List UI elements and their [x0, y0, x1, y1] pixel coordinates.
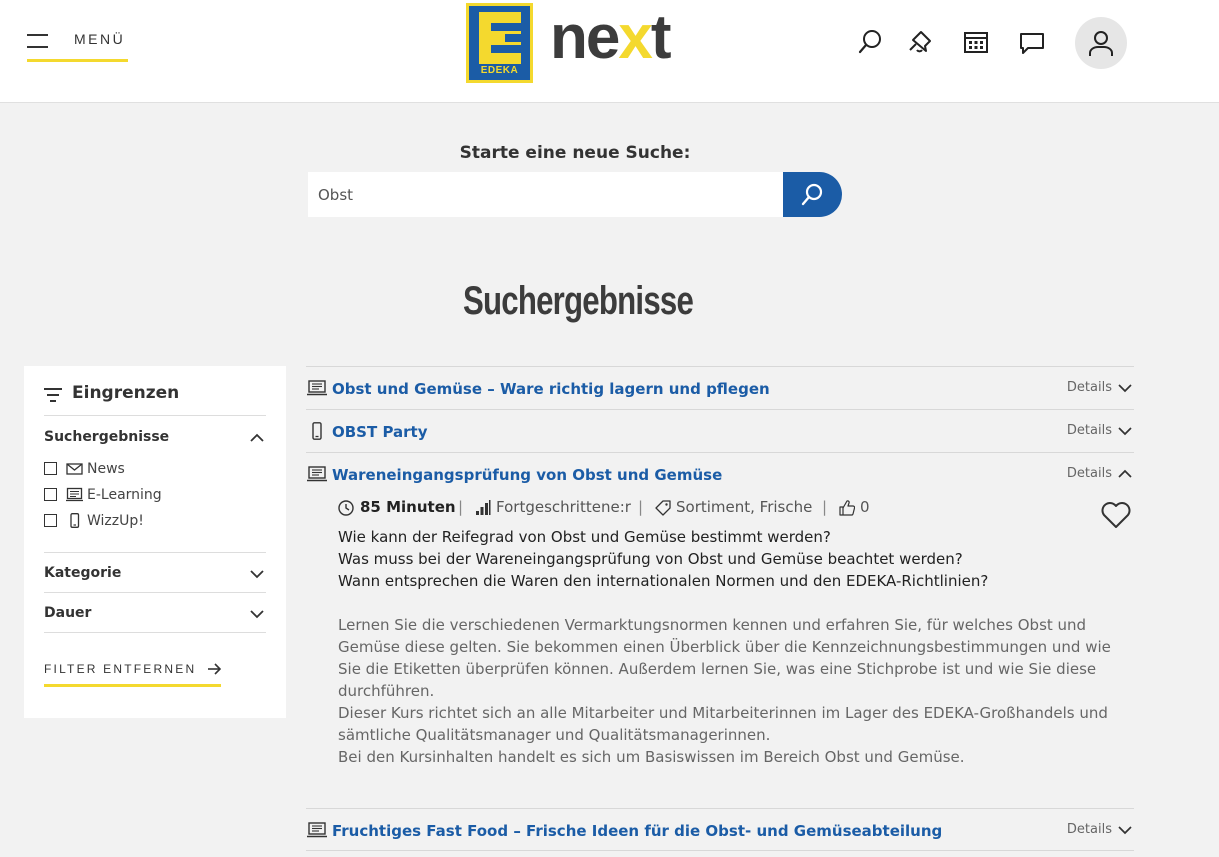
edeka-wordmark: EDEKA — [480, 65, 519, 76]
result-row: OBST Party Details — [306, 409, 1134, 452]
search-icon[interactable] — [856, 28, 884, 56]
elearning-icon — [307, 380, 327, 396]
details-toggle[interactable]: Details — [1054, 422, 1134, 442]
elearning-label: E-Learning — [87, 487, 162, 503]
filter-icon — [44, 388, 62, 402]
heart-icon[interactable] — [1100, 500, 1132, 530]
filter-remove-button[interactable]: FILTER ENTFERNEN — [44, 661, 221, 687]
thumbs-up-icon[interactable] — [839, 500, 855, 516]
chevron-down-icon — [1118, 427, 1132, 436]
section-title: Dauer — [44, 605, 92, 621]
elearning-icon — [307, 822, 327, 838]
user-avatar-button[interactable] — [1075, 17, 1127, 69]
likes-count: 0 — [860, 498, 870, 516]
details-label: Details — [1066, 822, 1112, 837]
result-title-link[interactable]: OBST Party — [332, 423, 428, 441]
filter-option-news[interactable]: News — [44, 460, 164, 478]
result-title-link[interactable]: Wareneingangsprüfung von Obst und Gemüse — [332, 466, 722, 484]
tag-icon — [655, 500, 671, 516]
news-label: News — [87, 461, 125, 477]
mail-icon — [66, 463, 83, 475]
chevron-up-icon — [1118, 469, 1132, 478]
chevron-down-icon — [250, 610, 264, 619]
search-label: Starte eine neue Suche: — [459, 143, 691, 163]
separator: | — [458, 498, 464, 516]
course-description-line: Lernen Sie die verschiedenen Vermarktung… — [338, 616, 1087, 634]
header: MENÜ EDEKA next — [0, 0, 1219, 103]
course-question: Wann entsprechen die Waren den internati… — [338, 572, 989, 590]
course-description-line: sämtliche Qualitätsmanager und Qualitäts… — [338, 726, 771, 744]
level: Fortgeschrittene:r — [496, 498, 631, 516]
bell-icon[interactable] — [907, 28, 935, 56]
result-title-link[interactable]: Fruchtiges Fast Food – Frische Ideen für… — [332, 822, 942, 840]
edeka-next-logo[interactable]: EDEKA next — [466, 3, 696, 85]
course-question: Wie kann der Reifegrad von Obst und Gemü… — [338, 528, 831, 546]
search-submit-button[interactable] — [783, 172, 842, 217]
wizzup-label: WizzUp! — [87, 513, 144, 529]
details-label: Details — [1066, 466, 1112, 481]
divider — [44, 552, 266, 553]
chevron-down-icon — [1118, 826, 1132, 835]
phone-icon — [312, 422, 322, 440]
result-row-expanded: Wareneingangsprüfung von Obst und Gemüse… — [306, 452, 1134, 495]
hamburger-icon — [27, 34, 48, 48]
filter-title: Eingrenzen — [72, 383, 180, 403]
course-description-line: Gemüse diese gelten. Sie bekommen einen … — [338, 638, 1111, 656]
elearning-icon — [66, 487, 83, 502]
course-description-line: Sie die Etiketten überprüfen können. Auß… — [338, 660, 1097, 678]
page-title: Suchergebnisse — [462, 279, 694, 323]
section-suchergebnisse-toggle[interactable]: Suchergebnisse — [44, 429, 266, 449]
divider — [44, 592, 266, 593]
course-description-line: Bei den Kursinhalten handelt es sich um … — [338, 748, 965, 766]
chevron-up-icon — [250, 433, 264, 442]
phone-icon — [70, 513, 80, 528]
next-wordmark: next — [550, 3, 671, 72]
search-icon — [801, 183, 823, 206]
details-toggle[interactable]: Details — [1054, 379, 1134, 399]
filter-remove-label: FILTER ENTFERNEN — [44, 662, 197, 676]
section-title: Kategorie — [44, 565, 122, 581]
level-icon — [476, 500, 491, 515]
menu-button[interactable]: MENÜ — [27, 28, 128, 62]
filter-option-wizzup[interactable]: WizzUp! — [44, 512, 174, 530]
filter-sidebar: Eingrenzen Suchergebnisse News E-Learnin… — [24, 366, 286, 718]
separator: | — [638, 498, 644, 516]
calendar-icon[interactable] — [962, 28, 990, 56]
menu-label: MENÜ — [74, 31, 126, 47]
elearning-icon — [307, 466, 327, 482]
course-description-line: Dieser Kurs richtet sich an alle Mitarbe… — [338, 704, 1108, 722]
elearning-checkbox[interactable] — [44, 488, 57, 501]
details-label: Details — [1066, 423, 1112, 438]
chat-icon[interactable] — [1018, 28, 1046, 56]
section-title: Suchergebnisse — [44, 429, 170, 445]
divider — [44, 632, 266, 633]
filter-option-elearning[interactable]: E-Learning — [44, 486, 184, 504]
course-question: Was muss bei der Wareneingangsprüfung vo… — [338, 550, 963, 568]
separator: | — [822, 498, 828, 516]
result-title-link[interactable]: Obst und Gemüse – Ware richtig lagern un… — [332, 380, 770, 398]
result-row: Fruchtiges Fast Food – Frische Ideen für… — [306, 808, 1134, 851]
section-dauer-toggle[interactable]: Dauer — [44, 605, 266, 625]
details-label: Details — [1066, 380, 1112, 395]
tags: Sortiment, Frische — [676, 498, 813, 516]
search-input[interactable] — [308, 172, 784, 217]
course-description-line: durchführen. — [338, 682, 435, 700]
filter-header: Eingrenzen — [44, 382, 266, 416]
result-row: Obst und Gemüse – Ware richtig lagern un… — [306, 366, 1134, 409]
details-toggle[interactable]: Details — [1054, 465, 1134, 485]
user-icon — [1089, 31, 1113, 56]
chevron-down-icon — [1118, 384, 1132, 393]
edeka-logo-box: EDEKA — [466, 3, 533, 83]
duration: 85 Minuten — [360, 498, 456, 516]
details-toggle[interactable]: Details — [1054, 821, 1134, 841]
chevron-down-icon — [250, 570, 264, 579]
news-checkbox[interactable] — [44, 462, 57, 475]
arrow-right-icon — [208, 663, 221, 675]
edeka-e-mark — [479, 12, 521, 64]
section-kategorie-toggle[interactable]: Kategorie — [44, 565, 266, 585]
wizzup-checkbox[interactable] — [44, 514, 57, 527]
clock-icon — [338, 500, 354, 516]
